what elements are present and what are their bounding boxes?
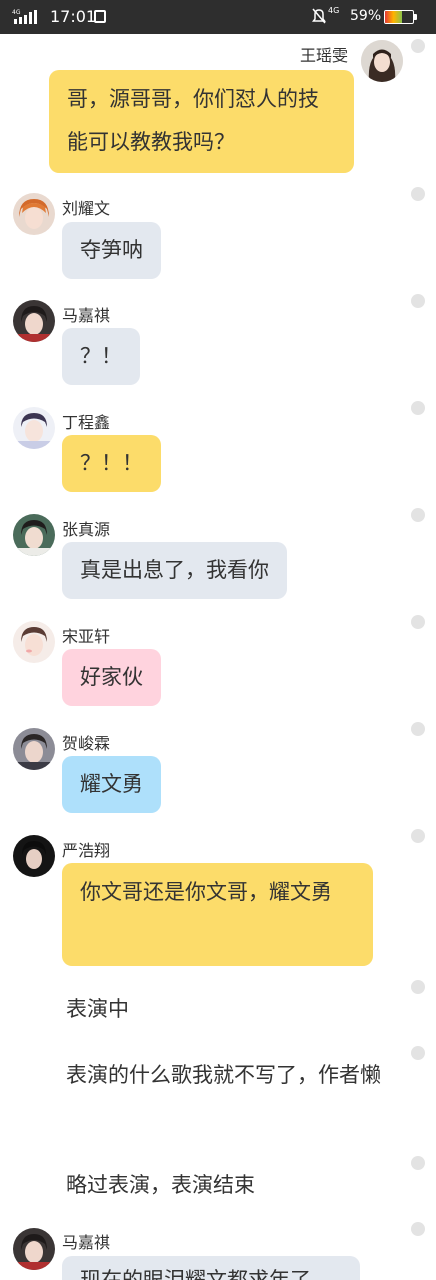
message-bubble: ？！！	[62, 435, 161, 492]
scroll-dot	[411, 401, 425, 415]
avatar[interactable]	[361, 40, 403, 82]
sender-name: 张真源	[62, 520, 111, 539]
avatar[interactable]	[13, 407, 55, 449]
avatar[interactable]	[13, 1228, 55, 1270]
avatar[interactable]	[13, 300, 55, 342]
sender-name: 王瑶雯	[300, 46, 349, 65]
message-bubble: 好家伙	[62, 649, 161, 706]
sender-name: 马嘉祺	[62, 1233, 111, 1252]
battery-tip	[414, 14, 417, 20]
svg-text:4G: 4G	[12, 9, 21, 16]
clock: 17:01	[50, 7, 97, 26]
message-bubble: 夺笋呐	[62, 222, 161, 279]
battery-percent: 59%	[350, 8, 382, 24]
avatar[interactable]	[13, 621, 55, 663]
narration-text: 表演中	[66, 997, 129, 1021]
avatar[interactable]	[13, 835, 55, 877]
sender-name: 刘耀文	[62, 199, 111, 218]
narration-text: 略过表演，表演结束	[66, 1173, 255, 1197]
scroll-dot	[411, 1156, 425, 1170]
avatar[interactable]	[13, 728, 55, 770]
sim-card-icon	[94, 10, 106, 23]
avatar[interactable]	[13, 514, 55, 556]
message-bubble: 耀文勇	[62, 756, 161, 813]
scroll-dot	[411, 980, 425, 994]
scroll-dot	[411, 829, 425, 843]
sender-name: 贺峻霖	[62, 734, 111, 753]
scroll-dot	[411, 615, 425, 629]
scroll-dot	[411, 294, 425, 308]
message-bubble: 你文哥还是你文哥，耀文勇	[62, 863, 373, 966]
sender-name: 丁程鑫	[62, 413, 111, 432]
sender-name: 宋亚轩	[62, 627, 111, 646]
message-bubble: 哥，源哥哥，你们怼人的技能可以教教我吗？	[49, 70, 354, 173]
scroll-dot	[411, 722, 425, 736]
scroll-dot	[411, 39, 425, 53]
scroll-dot	[411, 508, 425, 522]
message-bubble: 真是出息了，我看你	[62, 542, 287, 599]
signal-icon: 4G	[12, 9, 37, 24]
scroll-dot	[411, 187, 425, 201]
scroll-dot	[411, 1222, 425, 1236]
avatar[interactable]	[13, 193, 55, 235]
sender-name: 马嘉祺	[62, 306, 111, 325]
mute-icon	[312, 8, 326, 24]
scroll-dot	[411, 1046, 425, 1060]
sender-name: 严浩翔	[62, 841, 111, 860]
message-bubble: 现在的眼泪耀文都求年了	[62, 1256, 360, 1280]
status-bar: 4G 17:01 4G 59%	[0, 0, 436, 34]
battery-icon	[384, 10, 414, 24]
network-type-icon: 4G	[328, 6, 340, 15]
narration-text: 表演的什么歌我就不写了，作者懒	[66, 1063, 381, 1087]
message-bubble: ？！	[62, 328, 140, 385]
